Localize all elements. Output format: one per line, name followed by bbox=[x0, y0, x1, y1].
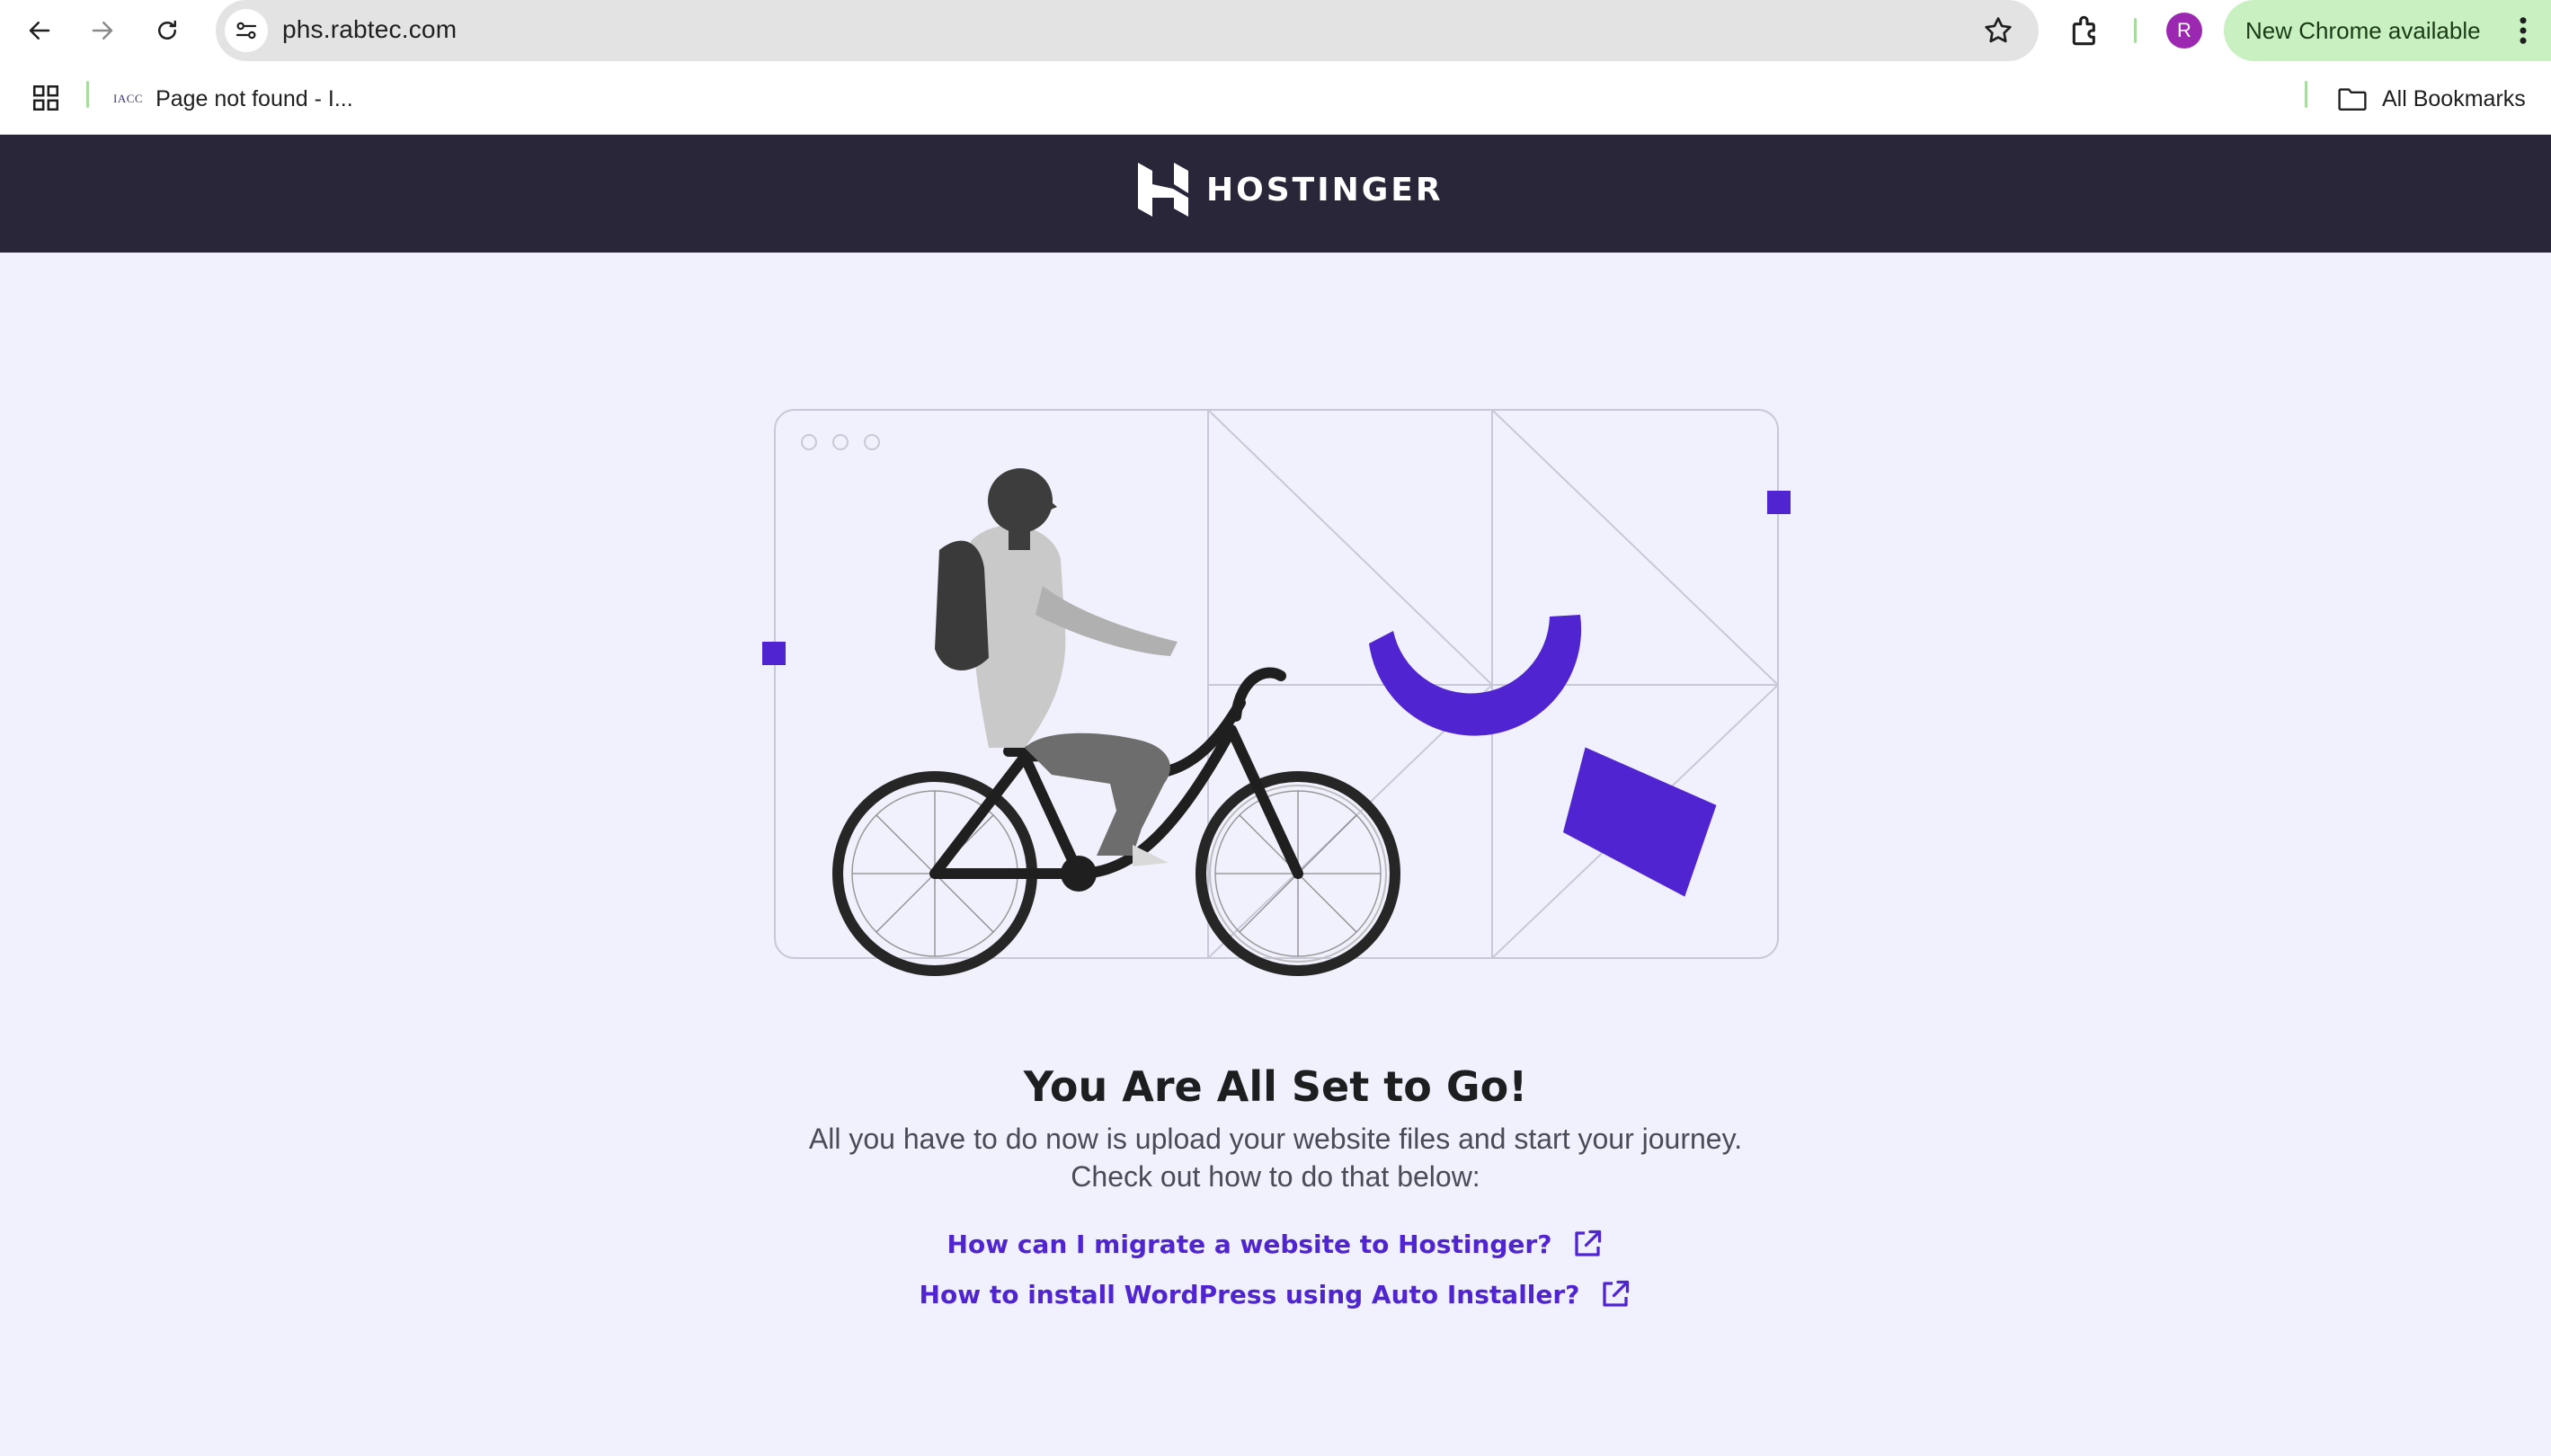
bookmarks-bar: IACC Page not found - I... All Bookmarks bbox=[0, 61, 2551, 135]
folder-icon bbox=[2338, 88, 2367, 111]
bookmark-favicon: IACC bbox=[113, 92, 144, 105]
hostinger-logo[interactable]: HOSTINGER bbox=[1138, 162, 1444, 218]
extensions-icon[interactable] bbox=[2067, 11, 2107, 50]
address-bar[interactable]: phs.rabtec.com bbox=[216, 0, 2039, 61]
hostinger-h-icon bbox=[1138, 163, 1188, 217]
page-title: You Are All Set to Go! bbox=[1023, 1062, 1528, 1111]
accent-diamond bbox=[1562, 747, 1717, 897]
update-label: New Chrome available bbox=[2245, 17, 2481, 44]
install-wordpress-link[interactable]: How to install WordPress using Auto Inst… bbox=[0, 1278, 2551, 1310]
star-icon[interactable] bbox=[1981, 13, 2015, 48]
window-dot bbox=[864, 434, 880, 450]
all-bookmarks-label: All Bookmarks bbox=[2382, 85, 2526, 111]
window-dot bbox=[832, 434, 849, 450]
hero-illustration bbox=[762, 409, 1791, 976]
subtitle-line-2: Check out how to do that below: bbox=[1071, 1160, 1480, 1193]
bookmarks-divider bbox=[86, 81, 89, 108]
accent-arc bbox=[1369, 615, 1582, 736]
reload-button[interactable] bbox=[147, 11, 187, 50]
kebab-menu-icon[interactable] bbox=[2519, 16, 2528, 45]
external-link-icon bbox=[1575, 1230, 1602, 1256]
browser-toolbar: phs.rabtec.com R New Chrome available bbox=[0, 0, 2551, 61]
site-info-button[interactable] bbox=[225, 9, 268, 52]
site-info-icon bbox=[236, 22, 257, 40]
all-bookmarks-button[interactable]: All Bookmarks bbox=[2337, 81, 2526, 117]
bookmark-label: Page not found - I... bbox=[156, 85, 353, 111]
migrate-link-label: How can I migrate a website to Hostinger… bbox=[947, 1229, 1552, 1259]
window-dot bbox=[801, 434, 817, 450]
reload-icon bbox=[158, 20, 176, 40]
back-arrow-icon bbox=[29, 22, 50, 40]
bookmark-item[interactable]: IACC Page not found - I... bbox=[113, 81, 353, 117]
back-button[interactable] bbox=[20, 11, 59, 50]
url-text[interactable]: phs.rabtec.com bbox=[282, 15, 457, 44]
cyclist-image bbox=[832, 468, 1400, 976]
brand-name: HOSTINGER bbox=[1206, 171, 1444, 209]
wordpress-link-label: How to install WordPress using Auto Inst… bbox=[919, 1279, 1580, 1310]
accent-square-right bbox=[1767, 491, 1791, 514]
forward-arrow-icon bbox=[92, 22, 113, 40]
apps-grid-icon[interactable] bbox=[31, 83, 61, 113]
external-link-icon bbox=[1603, 1280, 1630, 1307]
profile-avatar[interactable]: R bbox=[2166, 13, 2202, 49]
bookmarks-divider-right bbox=[2305, 81, 2307, 108]
page-subtitle: All you have to do now is upload your we… bbox=[0, 1120, 2551, 1195]
forward-button[interactable] bbox=[83, 11, 122, 50]
new-chrome-button[interactable]: New Chrome available bbox=[2224, 0, 2551, 61]
toolbar-divider bbox=[2134, 18, 2137, 43]
subtitle-line-1: All you have to do now is upload your we… bbox=[808, 1123, 1743, 1155]
migrate-website-link[interactable]: How can I migrate a website to Hostinger… bbox=[0, 1228, 2551, 1260]
accent-square-left bbox=[762, 642, 786, 665]
site-header: HOSTINGER bbox=[0, 135, 2551, 253]
